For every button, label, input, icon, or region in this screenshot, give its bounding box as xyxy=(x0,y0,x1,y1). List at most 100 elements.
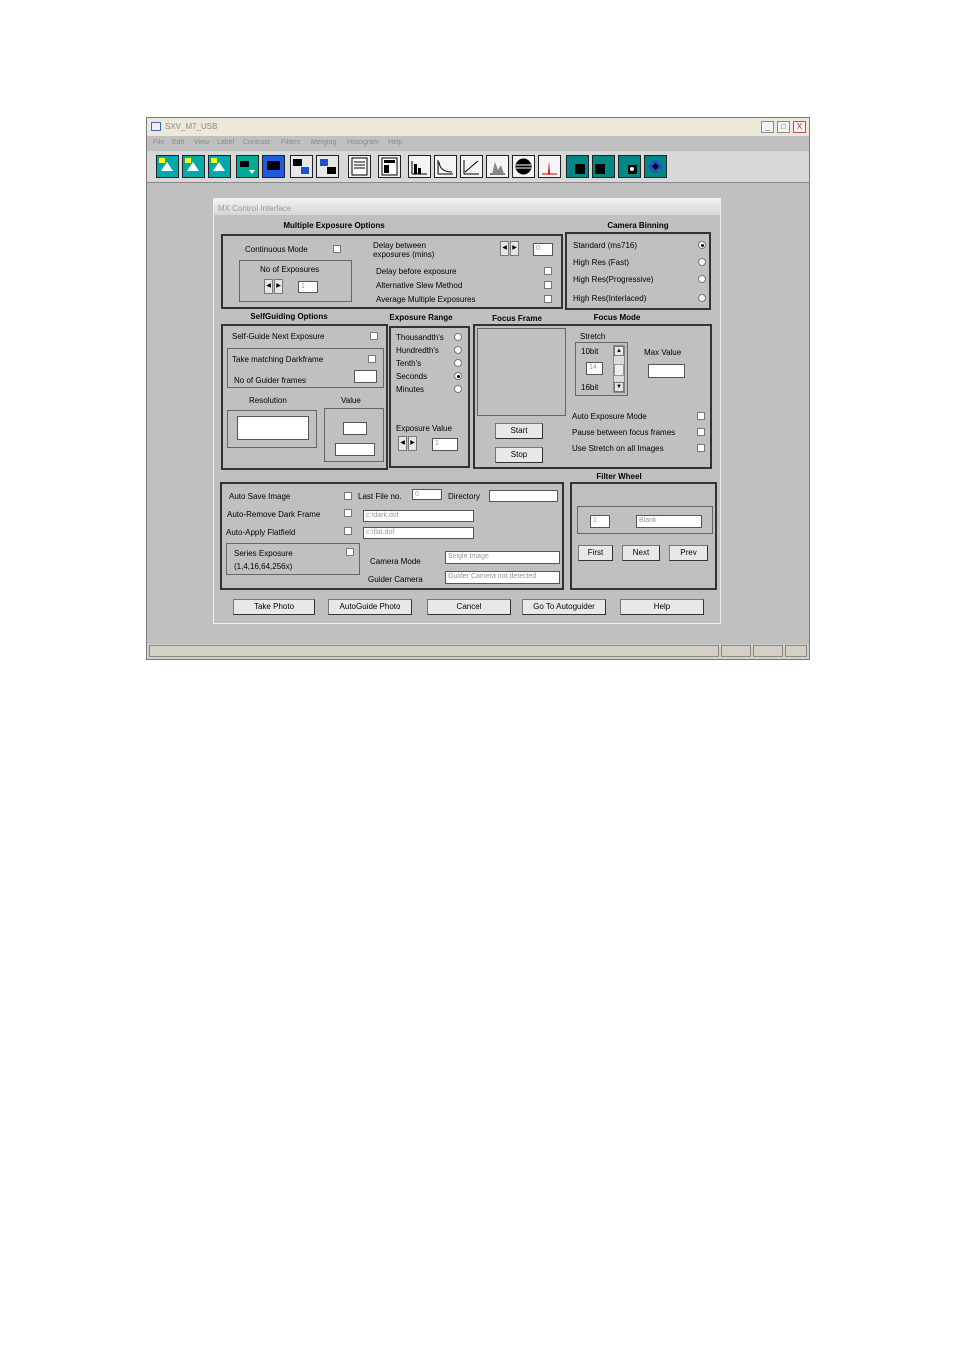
camera-capture-2-icon[interactable] xyxy=(182,155,205,178)
grid-document-icon[interactable] xyxy=(378,155,401,178)
stretch-scrollbar[interactable]: ▲ ▼ xyxy=(613,345,625,393)
binning-progressive-radio[interactable] xyxy=(698,275,706,283)
auto-exposure-label: Auto Exposure Mode xyxy=(572,412,647,421)
scroll-thumb[interactable] xyxy=(614,364,624,376)
exposure-value-decrement[interactable]: ◀ xyxy=(398,436,407,451)
histogram-3-icon[interactable] xyxy=(538,155,561,178)
filter-prev-button[interactable]: Prev xyxy=(669,545,708,561)
resolution-input[interactable] xyxy=(237,416,309,440)
max-value-input[interactable] xyxy=(648,364,685,378)
guider-frames-input[interactable] xyxy=(354,370,377,383)
alt-slew-checkbox[interactable] xyxy=(544,281,552,289)
focus-stop-button[interactable]: Stop xyxy=(495,447,543,463)
menu-help[interactable]: Help xyxy=(388,139,402,146)
camera-capture-3-icon[interactable] xyxy=(208,155,231,178)
menu-histogram[interactable]: Histogram xyxy=(347,139,379,146)
pause-between-checkbox[interactable] xyxy=(697,428,705,436)
help-button[interactable]: Help xyxy=(620,599,704,615)
maximize-button[interactable]: □ xyxy=(777,121,790,133)
status-pane-4 xyxy=(785,645,807,657)
exposure-value-input[interactable]: 1 xyxy=(432,438,458,451)
scroll-up-icon[interactable]: ▲ xyxy=(614,346,624,356)
series-exposure-checkbox[interactable] xyxy=(346,548,354,556)
take-photo-button[interactable]: Take Photo xyxy=(233,599,315,615)
cancel-button[interactable]: Cancel xyxy=(427,599,511,615)
range-thousandths-radio[interactable] xyxy=(454,333,462,341)
guider-camera-input[interactable]: Guider Camera not detected xyxy=(445,571,560,584)
delay-increment[interactable]: ▶ xyxy=(510,241,519,256)
scroll-down-icon[interactable]: ▼ xyxy=(614,382,624,392)
filter-2-icon[interactable] xyxy=(592,155,615,178)
autoguide-photo-button[interactable]: AutoGuide Photo xyxy=(328,599,412,615)
document-icon[interactable] xyxy=(348,155,371,178)
filter-3-icon[interactable] xyxy=(618,155,641,178)
menu-merging[interactable]: Merging xyxy=(311,139,336,146)
title-bar[interactable]: SXV_M7_USB _ □ X xyxy=(147,118,809,136)
stretch-value-input[interactable]: 14 xyxy=(586,362,603,375)
camera-capture-icon[interactable] xyxy=(156,155,179,178)
transfer-icon[interactable] xyxy=(236,155,259,178)
exposures-increment[interactable]: ▶ xyxy=(274,279,283,294)
binning-fast-radio[interactable] xyxy=(698,258,706,266)
value-input-2[interactable] xyxy=(335,443,375,456)
exposure-range-header: Exposure Range xyxy=(389,313,453,322)
menu-contrast[interactable]: Contrast xyxy=(243,139,269,146)
dark-path-input[interactable]: c:\dark.dof xyxy=(363,510,474,522)
binning-standard-radio[interactable] xyxy=(698,241,706,249)
menu-filters[interactable]: Filters xyxy=(281,139,300,146)
filter-first-button[interactable]: First xyxy=(578,545,613,561)
copy-frame-icon[interactable] xyxy=(290,155,313,178)
binning-interlaced-radio[interactable] xyxy=(698,294,706,302)
range-hundredths-radio[interactable] xyxy=(454,346,462,354)
self-guide-next-checkbox[interactable] xyxy=(370,332,378,340)
paste-frame-icon[interactable] xyxy=(316,155,339,178)
auto-save-checkbox[interactable] xyxy=(344,492,352,500)
exposures-input[interactable]: 1 xyxy=(298,281,318,293)
exposure-value-increment[interactable]: ▶ xyxy=(408,436,417,451)
delay-decrement[interactable]: ◀ xyxy=(500,241,509,256)
use-stretch-checkbox[interactable] xyxy=(697,444,705,452)
take-matching-dark-checkbox[interactable] xyxy=(368,355,376,363)
go-to-autoguider-button[interactable]: Go To Autoguider xyxy=(522,599,606,615)
auto-remove-dark-checkbox[interactable] xyxy=(344,509,352,517)
series-exposure-panel: Series Exposure (1,4,16,64,256x) xyxy=(226,543,360,575)
sphere-icon[interactable] xyxy=(512,155,535,178)
flat-path-input[interactable]: c:\flat.dof xyxy=(363,527,474,539)
delay-input[interactable]: 0 xyxy=(533,243,553,256)
range-minutes-radio[interactable] xyxy=(454,385,462,393)
diamond-icon[interactable] xyxy=(644,155,667,178)
auto-apply-flat-checkbox[interactable] xyxy=(344,527,352,535)
curve-2-icon[interactable] xyxy=(460,155,483,178)
avg-multi-checkbox[interactable] xyxy=(544,295,552,303)
menu-file[interactable]: File xyxy=(153,139,164,146)
continuous-mode-checkbox[interactable] xyxy=(333,245,341,253)
histogram-2-icon[interactable] xyxy=(486,155,509,178)
range-tenths-radio[interactable] xyxy=(454,359,462,367)
binning-progressive-label: High Res(Progressive) xyxy=(573,275,654,284)
pause-between-label: Pause between focus frames xyxy=(572,428,676,437)
directory-input[interactable] xyxy=(489,490,558,502)
histogram-1-icon[interactable] xyxy=(408,155,431,178)
filter-position-input[interactable]: 1 xyxy=(590,515,610,528)
menu-view[interactable]: View xyxy=(194,139,209,146)
close-button[interactable]: X xyxy=(793,121,806,133)
filter-1-icon[interactable] xyxy=(566,155,589,178)
value-input[interactable] xyxy=(343,422,367,435)
auto-exposure-checkbox[interactable] xyxy=(697,412,705,420)
filter-next-button[interactable]: Next xyxy=(622,545,660,561)
monitor-icon[interactable] xyxy=(262,155,285,178)
last-file-input[interactable]: 0 xyxy=(412,489,442,500)
camera-mode-input[interactable]: Single Image xyxy=(445,551,560,564)
menu-edit[interactable]: Edit xyxy=(172,139,184,146)
range-seconds-radio[interactable] xyxy=(454,372,462,380)
filter-name-input[interactable]: Blank xyxy=(636,515,702,528)
curve-1-icon[interactable] xyxy=(434,155,457,178)
minimize-button[interactable]: _ xyxy=(761,121,774,133)
delay-before-checkbox[interactable] xyxy=(544,267,552,275)
menu-label[interactable]: Label xyxy=(217,139,234,146)
take-matching-dark-label: Take matching Darkframe xyxy=(232,355,324,364)
exposures-decrement[interactable]: ◀ xyxy=(264,279,273,294)
dialog-title-bar[interactable]: MX Control Interface xyxy=(214,199,720,215)
toolbar xyxy=(147,151,809,183)
focus-start-button[interactable]: Start xyxy=(495,423,543,439)
